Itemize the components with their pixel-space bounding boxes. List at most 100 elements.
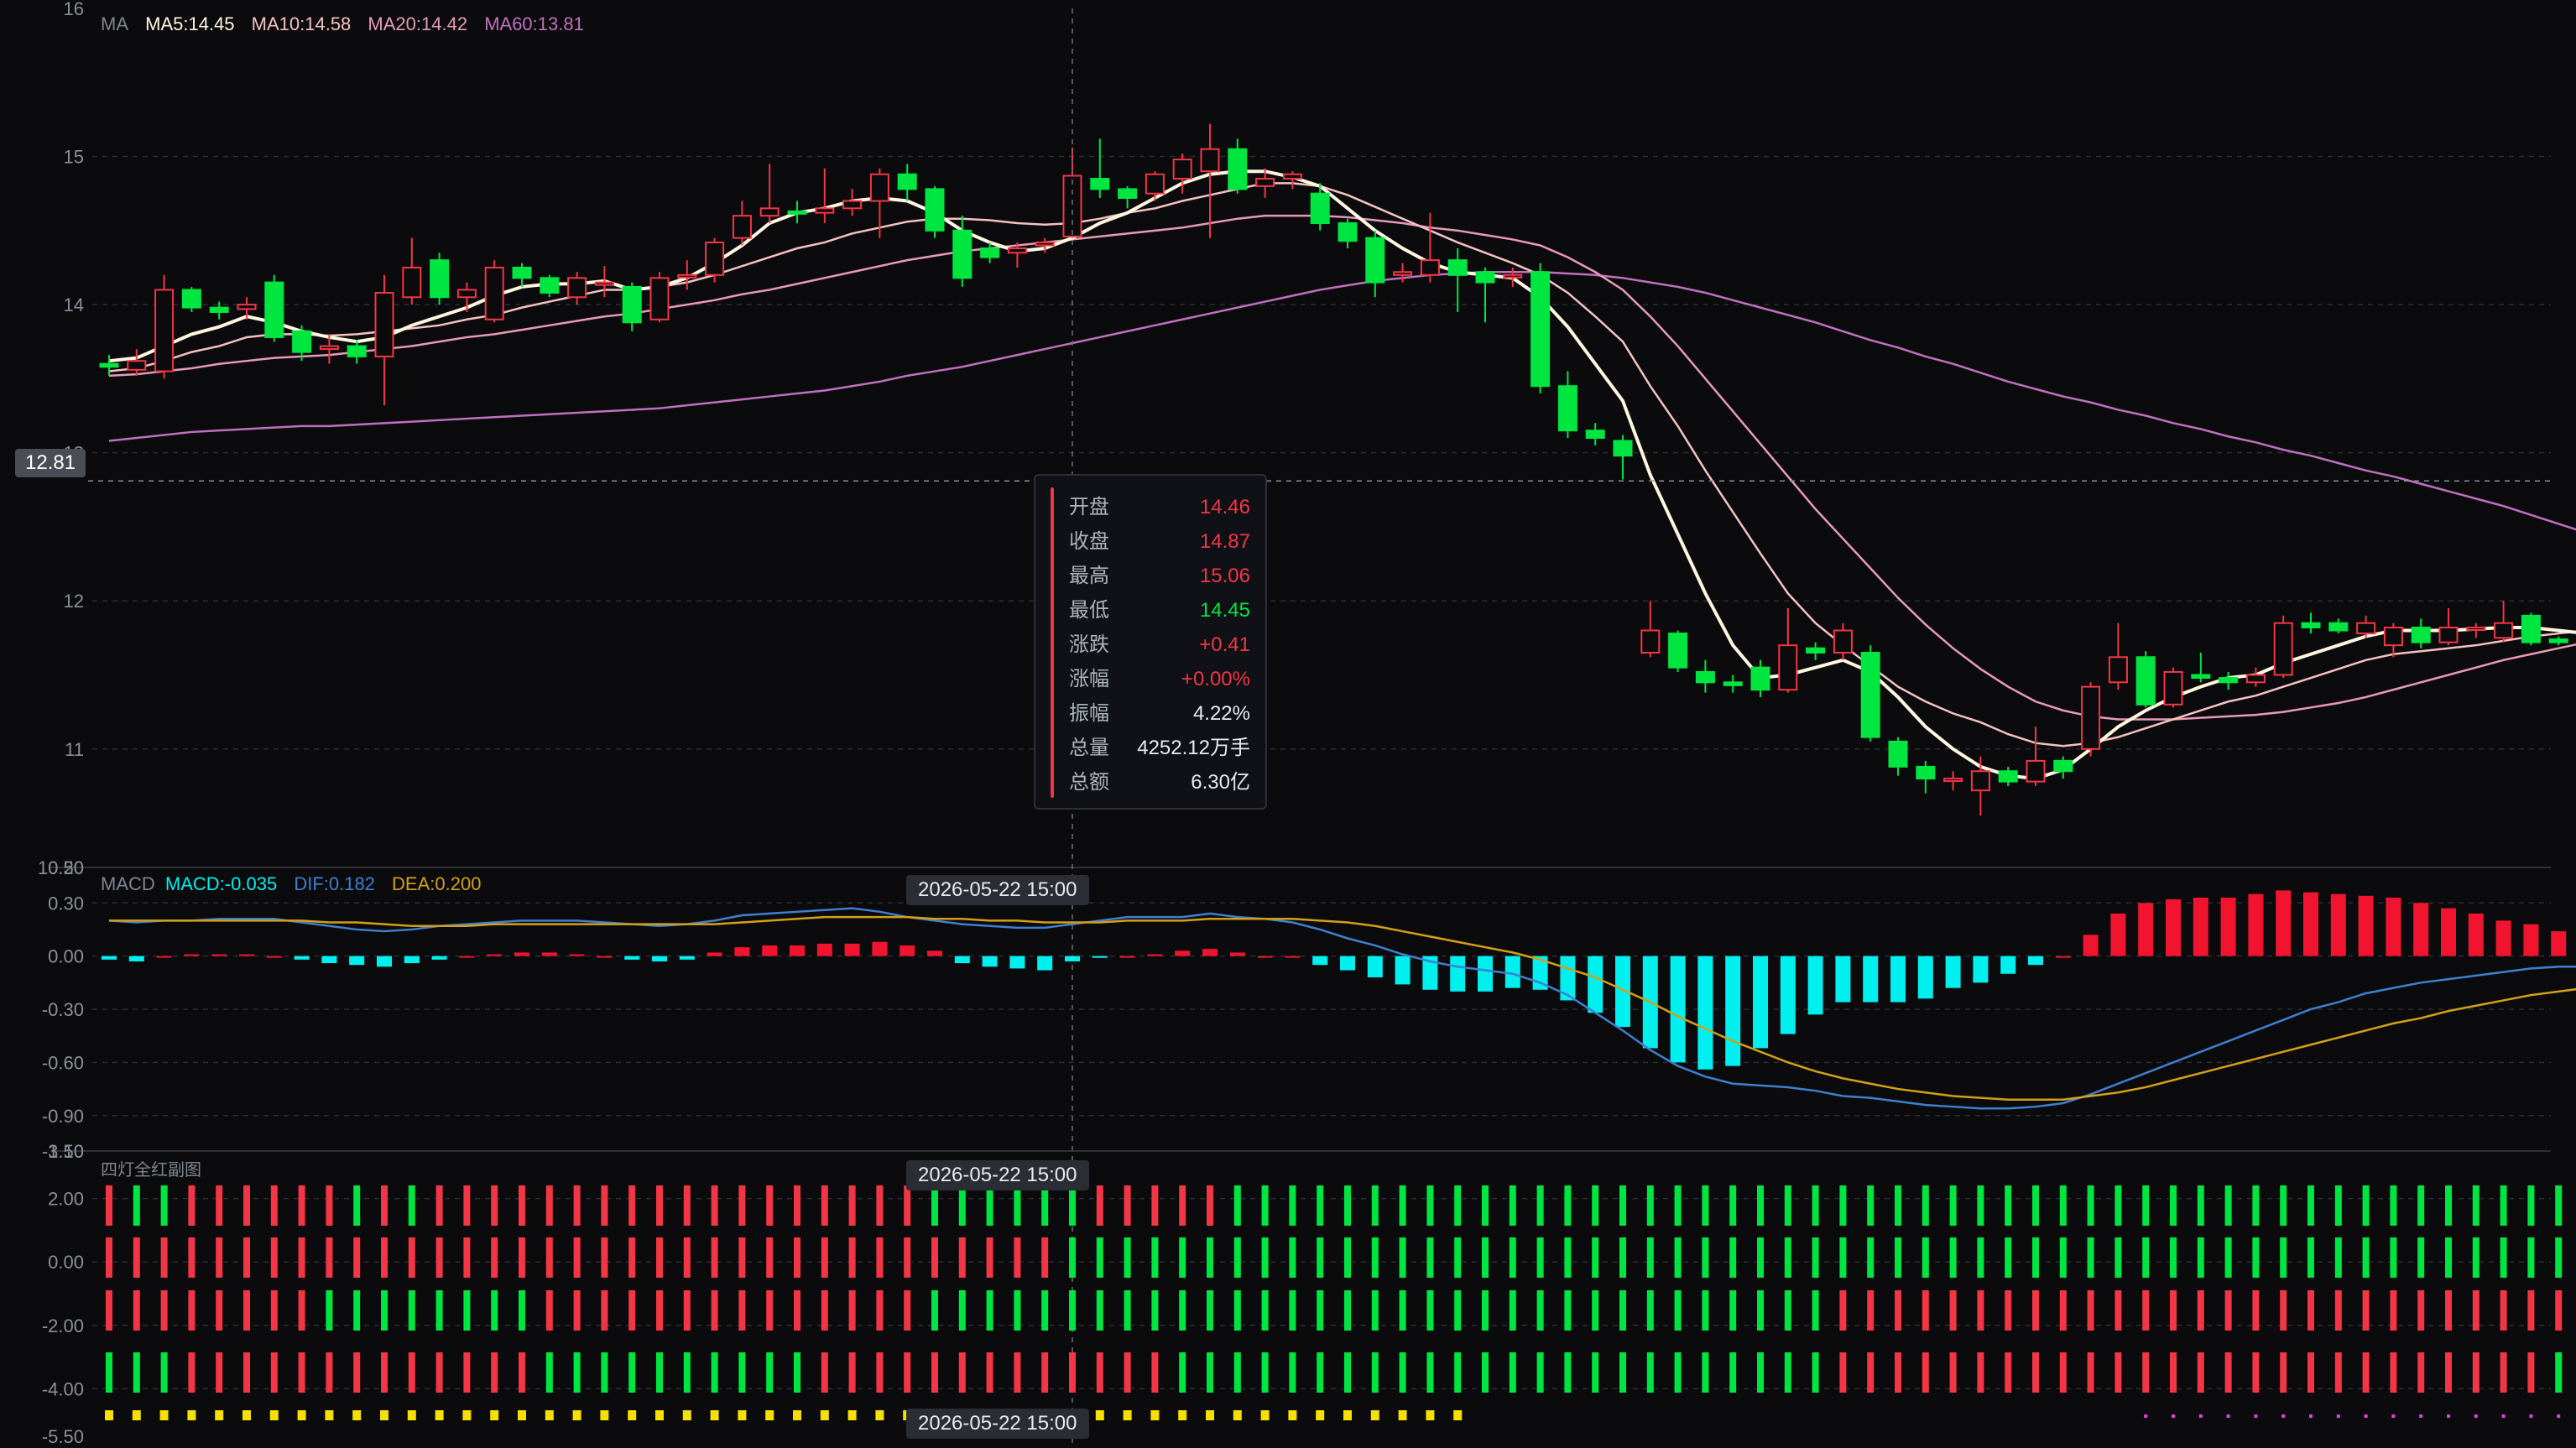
macd-bar [900,945,915,956]
candle-body [842,200,863,210]
signal-lamp [160,1185,168,1226]
candle-body [1310,192,1330,224]
signal-lamp [573,1290,581,1331]
signal-lamp [2032,1237,2039,1278]
signal-lamp [1124,1185,1131,1226]
signal-lamp [1233,1237,1241,1278]
signal-dot [380,1410,388,1420]
macd-bar [954,956,970,964]
candle-body [1530,271,1551,388]
signal-lamp [1839,1185,1847,1226]
y-tick-label: -2.00 [42,1315,84,1336]
signal-lamp [243,1352,250,1393]
signal-lamp [1564,1185,1572,1226]
signal-lamp [2197,1290,2204,1331]
candle-body [705,241,725,276]
crosshair-time-tag-macd: 2026-05-22 15:00 [906,875,1089,905]
signal-lamp [545,1290,553,1331]
tooltip-value: 14.87 [1199,530,1250,553]
signal-lamp [1317,1237,1324,1278]
signal-lamp [1317,1185,1324,1226]
signal-lamp [1261,1237,1269,1278]
signal-lamp [435,1290,443,1331]
signal-lamp [160,1237,168,1278]
candle-body [2548,638,2568,643]
macd-bar [514,952,529,956]
signal-dot [407,1410,416,1420]
macd-bar [1504,956,1520,988]
signal-lamp [519,1237,525,1278]
signal-lamp [1426,1352,1434,1393]
macd-bar [1588,956,1603,1013]
signal-lamp [876,1185,884,1226]
macd-bar [2220,897,2236,956]
signal-lamp [683,1185,691,1226]
signal-lamp [2224,1237,2232,1278]
macd-bar [652,956,667,961]
lamp-legend: 四灯全红副图 [101,1156,213,1180]
macd-bar [1257,956,1273,958]
signal-lamp [1179,1352,1186,1393]
macd-bar [1037,956,1053,971]
signal-lamp [491,1290,498,1331]
signal-lamp [326,1352,333,1393]
signal-dot [2254,1414,2258,1418]
signal-lamp [1344,1237,1351,1278]
candle-body [594,281,614,286]
signal-lamp [1426,1290,1434,1331]
candle-body [319,345,339,351]
macd-bar [2468,913,2484,956]
candle-body [622,285,642,324]
macd-bar [1009,956,1025,969]
signal-lamp [1646,1352,1654,1393]
signal-lamp [711,1185,718,1226]
signal-lamp [463,1290,471,1331]
signal-lamp [1509,1237,1516,1278]
signal-lamp [1619,1237,1626,1278]
signal-lamp [683,1237,691,1278]
signal-lamp [848,1237,856,1278]
dif-legend: DIF:0.182 [294,873,375,894]
signal-lamp [1371,1185,1379,1226]
signal-lamp [986,1185,993,1226]
ma20-line [108,214,2576,721]
signal-lamp [1702,1352,1709,1393]
candle-body [181,289,201,309]
signal-lamp [2252,1352,2260,1393]
candle-body [952,229,973,279]
signal-lamp [1207,1352,1213,1393]
signal-lamp [1399,1237,1406,1278]
signal-lamp [1151,1352,1159,1393]
signal-lamp [2307,1237,2314,1278]
signal-lamp [2142,1237,2150,1278]
crosshair-time-tag-bottom: 2026-05-22 15:00 [906,1409,1089,1439]
stock-chart[interactable]: 16151413121110.200.500.300.00-0.30-0.60-… [0,0,2576,1448]
signal-lamp [1922,1352,1929,1393]
signal-lamp [216,1290,223,1331]
signal-lamp [1729,1237,1737,1278]
tooltip-key: 振幅 [1069,702,1109,725]
signal-dot [435,1410,444,1420]
signal-dot [655,1410,664,1420]
candle-body [649,277,670,320]
y-tick-label: 12 [64,591,84,612]
signal-lamp [1895,1237,1901,1278]
signal-lamp [738,1185,746,1226]
signal-lamp [628,1237,636,1278]
candle-body [2191,674,2211,680]
signal-lamp [738,1290,746,1331]
signal-dot [2198,1414,2203,1418]
signal-lamp [2445,1352,2452,1393]
signal-lamp [298,1352,305,1393]
signal-dot [187,1410,196,1420]
signal-dot [490,1410,499,1420]
crosshair-price-tag: 12.81 [15,449,86,477]
candle-body [292,330,312,353]
macd-bar [624,956,640,960]
macd-bar [2110,913,2126,956]
crosshair-time-tag-lamp: 2026-05-22 15:00 [906,1160,1089,1190]
signal-lamp [408,1290,415,1331]
signal-lamp [1592,1237,1599,1278]
signal-lamp [711,1237,718,1278]
signal-dot [2144,1414,2148,1418]
